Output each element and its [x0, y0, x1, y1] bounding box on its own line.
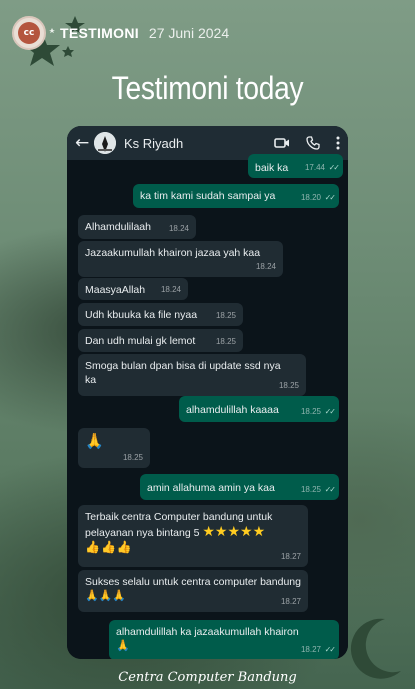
read-ticks-icon: ✓✓	[328, 163, 340, 172]
message-text: Jazaakumullah khairon jazaa yah kaa	[85, 247, 261, 259]
story-avatar[interactable]: cc	[12, 16, 46, 50]
back-arrow-icon[interactable]: ←	[75, 133, 91, 153]
read-ticks-icon: ✓✓	[324, 193, 336, 202]
message-incoming[interactable]: Jazaakumullah khairon jazaa yah kaa 18.2…	[78, 241, 283, 277]
message-time: 18.27	[280, 597, 301, 606]
message-text: Udh kbuuka ka file nyaa	[85, 309, 198, 321]
five-stars-emoji: ★★★★★	[202, 523, 266, 539]
more-options-icon[interactable]	[336, 136, 340, 150]
message-text: Smoga bulan dpan bisa di update ssd nya …	[85, 360, 281, 386]
praying-hands-emoji: 🙏🙏🙏	[85, 590, 127, 602]
story-caption: Centra Computer Bandung	[118, 670, 297, 685]
read-ticks-icon: ✓✓	[324, 645, 336, 654]
message-outgoing[interactable]: alhamdulillah kaaaa 18.25 ✓✓	[179, 396, 339, 422]
message-incoming[interactable]: Smoga bulan dpan bisa di update ssd nya …	[78, 354, 306, 396]
contact-name[interactable]: Ks Riyadh	[124, 136, 258, 151]
message-time: 18.24	[160, 285, 181, 294]
phone-icon[interactable]	[306, 136, 320, 150]
message-incoming[interactable]: Dan udh mulai gk lemot 18.25	[78, 329, 243, 352]
message-outgoing[interactable]: baik ka 17.44 ✓✓	[248, 154, 343, 178]
message-incoming[interactable]: Udh kbuuka ka file nyaa 18.25	[78, 303, 243, 326]
story-header: cc TESTIMONI 27 Juni 2024	[12, 16, 229, 50]
message-time: 18.24	[255, 262, 276, 271]
contact-avatar[interactable]	[94, 132, 116, 154]
contact-photo-icon	[94, 132, 116, 154]
message-text: Dan udh mulai gk lemot	[85, 335, 196, 347]
message-outgoing[interactable]: amin allahuma amin ya kaa 18.25 ✓✓	[140, 474, 339, 500]
thumbs-up-emoji: 👍👍👍	[85, 540, 133, 554]
message-incoming[interactable]: Alhamdulilaah 18.24	[78, 215, 196, 239]
read-ticks-icon: ✓✓	[324, 407, 336, 416]
message-incoming[interactable]: Terbaik centra Computer bandung untuk pe…	[78, 505, 308, 567]
message-text: Sukses selalu untuk centra computer band…	[85, 576, 301, 588]
message-text: alhamdulillah ka jazaakumullah khairon	[116, 626, 299, 638]
read-ticks-icon: ✓✓	[324, 485, 336, 494]
message-time: 17.44	[304, 163, 325, 172]
message-time: 18.24	[168, 224, 189, 233]
message-time: 18.25	[300, 407, 321, 416]
message-time: 18.25	[122, 453, 143, 462]
message-time: 18.27	[280, 552, 301, 561]
message-incoming[interactable]: Sukses selalu untuk centra computer band…	[78, 570, 308, 612]
story-title: Testimoni today	[111, 70, 304, 106]
account-logo-icon: cc	[18, 22, 40, 44]
praying-hands-emoji: 🙏	[85, 433, 104, 450]
story-date: 27 Juni 2024	[148, 25, 230, 41]
chat-body: baik ka 17.44 ✓✓ ka tim kami sudah sampa…	[67, 154, 348, 659]
story-account-name[interactable]: TESTIMONI	[60, 25, 139, 41]
message-incoming[interactable]: MaasyaAllah 18.24	[78, 278, 188, 300]
message-time: 18.25	[278, 381, 299, 390]
message-outgoing[interactable]: ka tim kami sudah sampai ya 18.20 ✓✓	[133, 184, 339, 208]
video-call-icon[interactable]	[274, 137, 290, 149]
message-time: 18.25	[215, 311, 236, 320]
chat-screenshot: ← Ks Riyadh baik ka 17.44 ✓✓ ka tim kami…	[67, 126, 348, 659]
message-outgoing[interactable]: alhamdulillah ka jazaakumullah khairon 🙏…	[109, 620, 339, 659]
praying-hands-emoji: 🙏	[116, 640, 130, 652]
message-time: 18.20	[300, 193, 321, 202]
message-time: 18.25	[300, 485, 321, 494]
message-incoming[interactable]: 🙏 18.25	[78, 428, 150, 468]
message-time: 18.25	[215, 337, 236, 346]
message-time: 18.27	[300, 645, 321, 654]
